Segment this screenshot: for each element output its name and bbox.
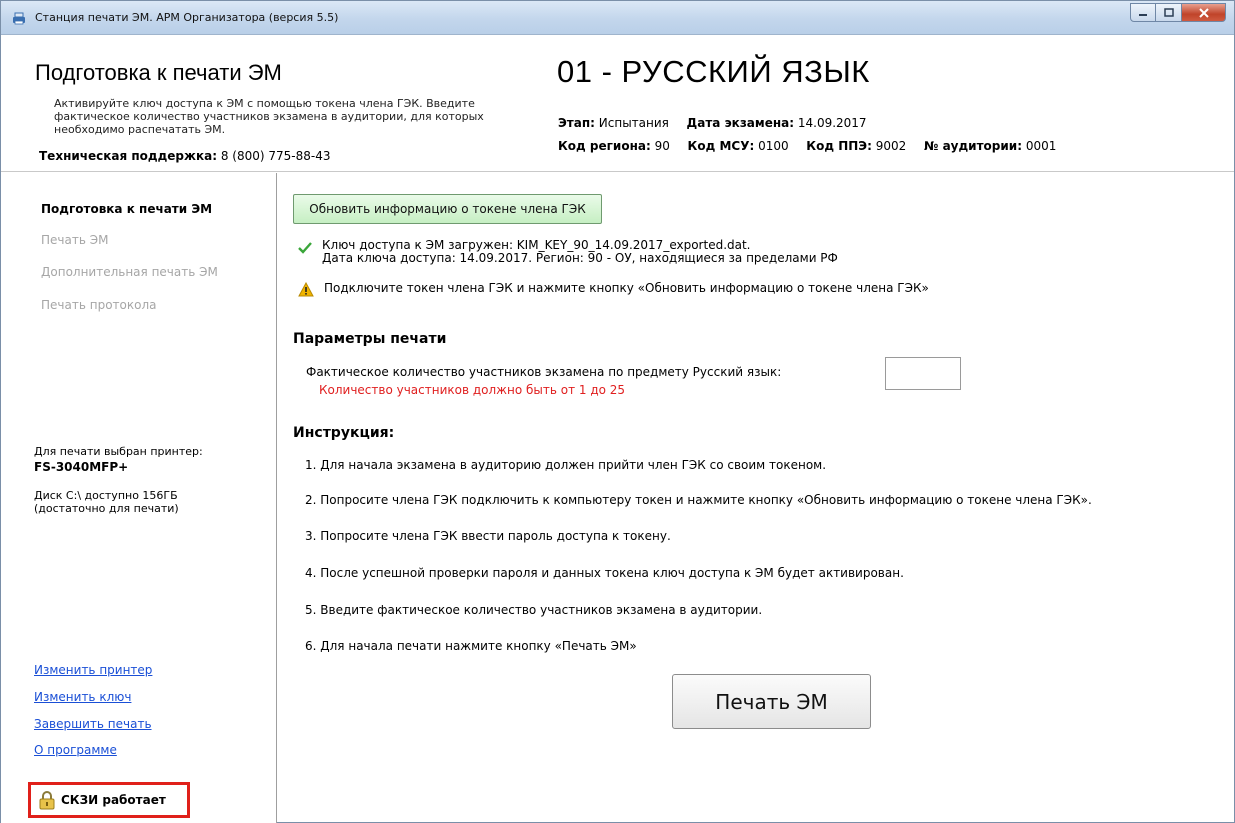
lock-icon [39, 791, 55, 810]
exam-meta-stage: Этап: Испытания Дата экзамена: 14.09.201… [558, 116, 867, 130]
instruction-step: 1. Для начала экзамена в аудиторию долже… [305, 458, 827, 472]
maximize-icon [1163, 8, 1174, 17]
app-icon [13, 12, 25, 25]
disk-info: Диск C:\ доступно 156ГБ (достаточно для … [34, 489, 179, 515]
sidebar-item-prepare[interactable]: Подготовка к печати ЭМ [41, 202, 212, 216]
exam-meta-codes: Код региона: 90 Код МСУ: 0100 Код ППЭ: 9… [558, 139, 1056, 153]
instruction-step: 5. Введите фактическое количество участн… [305, 603, 763, 617]
finish-print-link[interactable]: Завершить печать [34, 717, 152, 731]
room-value: 0001 [1025, 139, 1057, 153]
disk-status: (достаточно для печати) [34, 502, 179, 515]
support-label: Техническая поддержка: [39, 149, 218, 163]
region-value: 90 [654, 139, 670, 153]
page-header: Подготовка к печати ЭМ Активируйте ключ … [1, 36, 1234, 172]
window-title: Станция печати ЭМ. АРМ Организатора (вер… [35, 11, 339, 24]
instruction-step: 6. Для начала печати нажмите кнопку «Печ… [305, 639, 637, 653]
minimize-icon [1139, 13, 1147, 16]
printer-name: FS-3040MFP+ [34, 460, 129, 474]
page-description: Активируйте ключ доступа к ЭМ с помощью … [54, 97, 484, 136]
sidebar-item-protocol[interactable]: Печать протокола [41, 298, 156, 312]
instruction-step: 2. Попросите члена ГЭК подключить к комп… [305, 493, 1092, 507]
params-title: Параметры печати [293, 331, 447, 347]
close-icon [1198, 7, 1209, 18]
disk-space: Диск C:\ доступно 156ГБ [34, 489, 178, 502]
sidebar: Подготовка к печати ЭМ Печать ЭМ Дополни… [1, 173, 277, 823]
checkmark-icon [298, 242, 312, 254]
participants-input[interactable] [885, 357, 961, 390]
change-printer-link[interactable]: Изменить принтер [34, 663, 152, 677]
msu-value: 0100 [758, 139, 789, 153]
support-phone: 8 (800) 775-88-43 [220, 149, 331, 163]
instructions-title: Инструкция: [293, 425, 395, 441]
sidebar-item-extra-print[interactable]: Дополнительная печать ЭМ [41, 265, 218, 279]
minimize-button[interactable] [1130, 3, 1156, 22]
stage-label: Этап: [558, 116, 595, 130]
page-title: Подготовка к печати ЭМ [35, 60, 282, 85]
date-label: Дата экзамена: [686, 116, 795, 130]
refresh-token-button[interactable]: Обновить информацию о токене члена ГЭК [293, 194, 602, 224]
token-warning-status: Подключите токен члена ГЭК и нажмите кно… [298, 282, 929, 297]
main-content: Обновить информацию о токене члена ГЭК К… [278, 173, 1234, 823]
print-em-button[interactable]: Печать ЭМ [672, 674, 871, 729]
maximize-button[interactable] [1156, 3, 1182, 22]
about-link[interactable]: О программе [34, 743, 117, 757]
room-label: № аудитории: [923, 139, 1022, 153]
ppe-label: Код ППЭ: [806, 139, 872, 153]
tech-support: Техническая поддержка: 8 (800) 775-88-43 [39, 149, 330, 163]
key-date-text: Дата ключа доступа: 14.09.2017. Регион: … [322, 251, 838, 265]
instruction-step: 3. Попросите члена ГЭК ввести пароль дос… [305, 529, 671, 543]
window-controls [1130, 3, 1226, 23]
printer-label: Для печати выбран принтер: [34, 445, 203, 458]
app-window: Станция печати ЭМ. АРМ Организатора (вер… [0, 0, 1235, 823]
token-warning-text: Подключите токен члена ГЭК и нажмите кно… [324, 281, 929, 295]
msu-label: Код МСУ: [687, 139, 755, 153]
ppe-value: 9002 [875, 139, 907, 153]
close-button[interactable] [1182, 3, 1226, 22]
instruction-step: 4. После успешной проверки пароля и данн… [305, 566, 904, 580]
stage-value: Испытания [598, 116, 669, 130]
title-bar[interactable]: Станция печати ЭМ. АРМ Организатора (вер… [1, 1, 1234, 35]
sidebar-item-print[interactable]: Печать ЭМ [41, 233, 108, 247]
exam-subject: 01 - РУССКИЙ ЯЗЫК [557, 54, 870, 89]
skzi-status-frame: СКЗИ работает [28, 782, 190, 818]
region-label: Код региона: [558, 139, 651, 153]
key-loaded-status: Ключ доступа к ЭМ загружен: KIM_KEY_90_1… [298, 239, 838, 265]
participants-error: Количество участников должно быть от 1 д… [319, 383, 626, 397]
participants-label: Фактическое количество участников экзаме… [306, 365, 782, 379]
skzi-status: СКЗИ работает [61, 793, 166, 807]
date-value: 14.09.2017 [797, 116, 867, 130]
change-key-link[interactable]: Изменить ключ [34, 690, 131, 704]
warning-icon [298, 282, 314, 297]
